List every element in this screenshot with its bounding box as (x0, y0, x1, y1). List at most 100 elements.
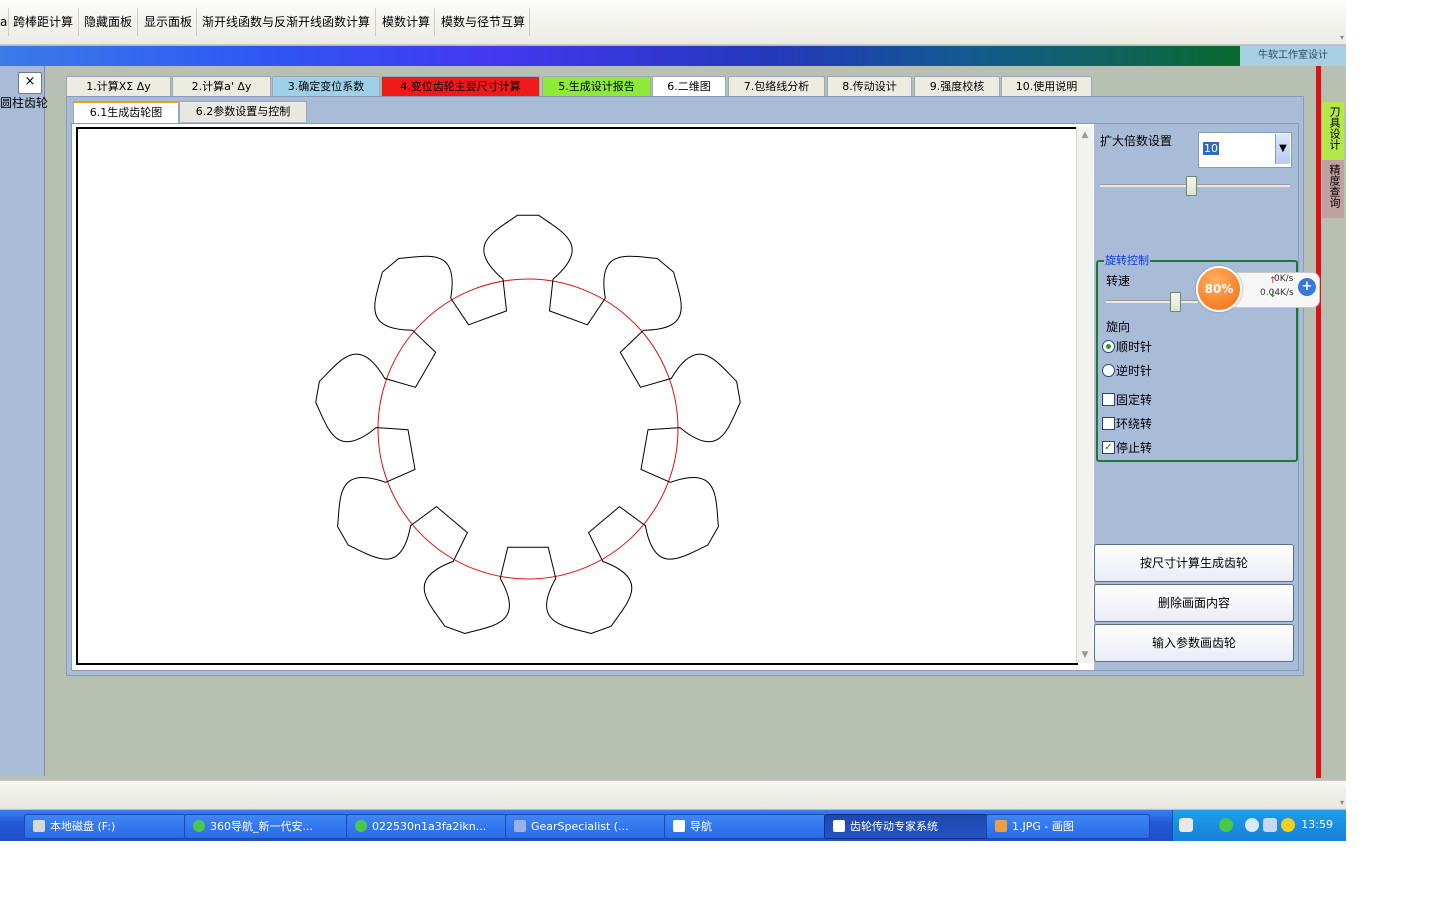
network-speed-widget[interactable]: ↑ ↓ 0K/s 0.04K/s 80% + (1196, 266, 1322, 312)
gear-svg (315, 214, 741, 635)
task-gear-expert-system[interactable]: 齿轮传动专家系统 (824, 814, 988, 839)
direction-label: 旋向 (1106, 320, 1131, 334)
task-browser-page[interactable]: 022530n1a3fa2ikn... (346, 814, 508, 839)
tab-main-dimensions[interactable]: 4.变位齿轮主要尺寸计算 (381, 76, 540, 96)
tab-strength-check[interactable]: 9.强度校核 (914, 76, 1000, 96)
chevron-left-icon[interactable] (1245, 818, 1259, 832)
speed-label: 转速 (1106, 274, 1131, 288)
clear-canvas-button[interactable]: 删除画面内容 (1094, 584, 1294, 622)
pitch-circle (377, 278, 679, 580)
toolbar-involute-function-button[interactable]: 渐开线函数与反渐开线函数计算 (199, 10, 373, 34)
taskbar: 本地磁盘 (F:) 360导航_新一代安... 022530n1a3fa2ikn… (0, 810, 1346, 841)
keyboard-icon[interactable] (1179, 818, 1193, 832)
toolbar-separator (196, 8, 197, 36)
task-label: 齿轮传动专家系统 (850, 820, 938, 833)
tab-tool-design-label: 刀具设计 (1328, 106, 1341, 150)
title-gradient-band (0, 46, 1240, 66)
tab-2d-drawing[interactable]: 6.二维图 (652, 76, 726, 96)
zoom-slider-thumb[interactable] (1186, 176, 1198, 196)
toolbar-span-distance-button[interactable]: 跨棒距计算 (10, 10, 76, 34)
scroll-up-icon[interactable]: ▲ (1077, 127, 1093, 143)
toolbar-grip-icon: ▾ (1339, 33, 1344, 42)
tab-shift-coefficient[interactable]: 3.确定变位系数 (272, 76, 380, 96)
memory-percent-ball[interactable]: 80% (1196, 266, 1242, 312)
counterclockwise-label[interactable]: 逆时针 (1116, 362, 1152, 379)
network-icon[interactable] (1263, 818, 1277, 832)
task-label: 022530n1a3fa2ikn... (372, 820, 487, 833)
orbit-rotation-label[interactable]: 环绕转 (1116, 415, 1152, 432)
wifi-icon[interactable] (1219, 818, 1233, 832)
upload-speed: 0K/s (1274, 274, 1294, 284)
toolbar-separator (78, 8, 79, 36)
canvas-scrollbar[interactable]: ▲ ▼ (1076, 127, 1093, 663)
clockwise-label[interactable]: 顺时针 (1116, 338, 1152, 355)
scroll-down-icon[interactable]: ▼ (1077, 647, 1093, 663)
glasses-icon (514, 820, 526, 832)
tab-tool-design[interactable]: 刀具设计 (1322, 102, 1344, 160)
toolbar-module-calc-button[interactable]: 模数计算 (379, 10, 433, 34)
plus-icon[interactable]: + (1298, 278, 1316, 296)
task-paint[interactable]: 1.JPG - 画图 (986, 814, 1150, 839)
right-red-bar (1316, 66, 1321, 778)
toolbar-show-panel-button[interactable]: 显示面板 (141, 10, 195, 34)
tab-calc-a-prime[interactable]: 2.计算a' Δy (172, 76, 271, 96)
stop-rotation-checkbox[interactable]: ✓ (1102, 441, 1115, 454)
toolbar-separator (375, 8, 376, 36)
task-label: 360导航_新一代安... (210, 820, 313, 833)
orbit-rotation-checkbox[interactable] (1102, 417, 1115, 430)
task-label: 1.JPG - 画图 (1012, 820, 1074, 833)
status-strip: ▾ (0, 780, 1346, 809)
drive-icon (33, 820, 45, 832)
tab-transmission-design[interactable]: 8.传动设计 (827, 76, 912, 96)
toolbar-module-pitch-button[interactable]: 模数与径节互算 (438, 10, 528, 34)
application-window: a 跨棒距计算 隐藏面板 显示面板 渐开线函数与反渐开线函数计算 模数计算 模数… (0, 0, 1346, 841)
gear-outline (315, 214, 741, 635)
close-icon[interactable]: × (18, 72, 42, 94)
main-panel: 6.1生成齿轮图 6.2参数设置与控制 ▲ ▼ 扩大倍数设置 10 ▼ 旋转控制… (66, 96, 1304, 676)
task-label: GearSpecialist (... (531, 820, 629, 833)
task-label: 本地磁盘 (F:) (50, 820, 116, 833)
tab-calc-x-sigma[interactable]: 1.计算XΣ Δy (66, 76, 171, 96)
status-grip-icon: ▾ (1339, 798, 1344, 807)
download-speed: 0.04K/s (1260, 288, 1294, 298)
stop-rotation-label[interactable]: 停止转 (1116, 439, 1152, 456)
toolbar-separator (434, 8, 435, 36)
tab-precision-query[interactable]: 精度查询 (1322, 160, 1344, 218)
tab-instructions[interactable]: 10.使用说明 (1001, 76, 1092, 96)
tab-precision-query-label: 精度查询 (1328, 164, 1341, 208)
left-panel-label[interactable]: 圆柱齿轮 (0, 94, 48, 111)
toolbar-separator (137, 8, 138, 36)
zoom-select[interactable]: 10 ▼ (1198, 132, 1292, 168)
clockwise-radio[interactable] (1102, 340, 1115, 353)
gear-drawing-canvas[interactable] (76, 127, 1078, 665)
system-tray: 13:59 (1172, 810, 1346, 841)
draw-gear-from-params-button[interactable]: 输入参数画齿轮 (1094, 624, 1294, 662)
top-toolbar: a 跨棒距计算 隐藏面板 显示面板 渐开线函数与反渐开线函数计算 模数计算 模数… (0, 0, 1346, 45)
chevron-down-icon[interactable]: ▼ (1275, 134, 1290, 164)
task-local-disk[interactable]: 本地磁盘 (F:) (24, 814, 186, 839)
zoom-label: 扩大倍数设置 (1100, 134, 1173, 148)
fixed-rotation-checkbox[interactable] (1102, 393, 1115, 406)
task-360-nav[interactable]: 360导航_新一代安... (184, 814, 348, 839)
generate-gear-by-size-button[interactable]: 按尺寸计算生成齿轮 (1094, 544, 1294, 582)
toolbar-hide-panel-button[interactable]: 隐藏面板 (81, 10, 135, 34)
task-gear-specialist[interactable]: GearSpecialist (... (505, 814, 667, 839)
tab-envelope-analysis[interactable]: 7.包络线分析 (728, 76, 825, 96)
browser-icon (193, 820, 205, 832)
task-label: 导航 (690, 820, 712, 833)
tab-parameters-control[interactable]: 6.2参数设置与控制 (179, 101, 307, 122)
speed-slider-track[interactable] (1106, 300, 1198, 303)
window-icon (673, 820, 685, 832)
tab-design-report[interactable]: 5.生成设计报告 (542, 76, 651, 96)
counterclockwise-radio[interactable] (1102, 364, 1115, 377)
speed-slider-thumb[interactable] (1170, 292, 1181, 312)
toolbar-separator (8, 8, 9, 36)
control-panel: 扩大倍数设置 10 ▼ 旋转控制 转速 旋向 顺时针 逆时针 固定转 环绕转 ✓… (1094, 124, 1298, 670)
security-icon[interactable] (1281, 818, 1295, 832)
brand-label: 牛软工作室设计 (1240, 46, 1346, 66)
task-navigation[interactable]: 导航 (664, 814, 826, 839)
clock: 13:59 (1301, 818, 1333, 831)
tab-generate-gear[interactable]: 6.1生成齿轮图 (73, 101, 179, 124)
left-panel: × 圆柱齿轮 (0, 66, 48, 776)
fixed-rotation-label[interactable]: 固定转 (1116, 391, 1152, 408)
